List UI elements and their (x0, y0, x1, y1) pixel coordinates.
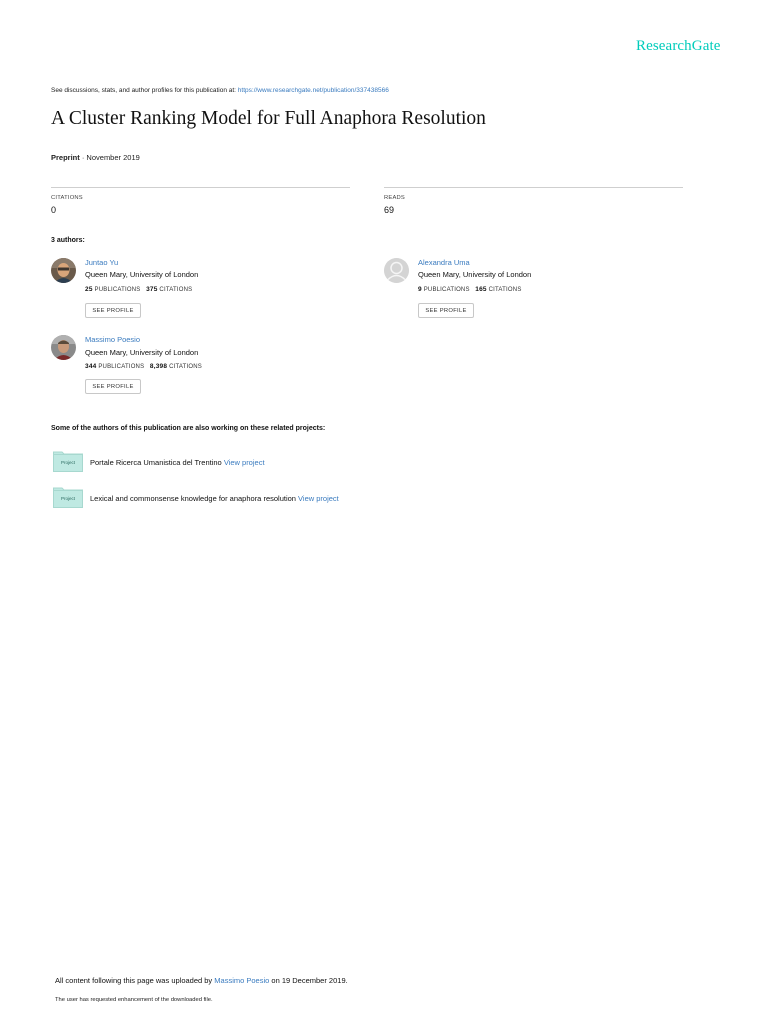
paper-title: A Cluster Ranking Model for Full Anaphor… (51, 108, 486, 129)
author-stats: 344 PUBLICATIONS 8,398 CITATIONS (85, 363, 202, 370)
paper-date: · November 2019 (79, 153, 140, 162)
citations-label: CITATIONS (51, 195, 83, 201)
reads-value: 69 (384, 205, 395, 215)
see-profile-button[interactable]: SEE PROFILE (85, 303, 141, 318)
see-profile-button[interactable]: SEE PROFILE (85, 379, 141, 394)
author-citations-label: CITATIONS (488, 287, 522, 293)
author-institution: Queen Mary, University of London (85, 348, 199, 357)
view-project-link[interactable]: View project (298, 494, 339, 503)
view-project-link[interactable]: View project (224, 458, 265, 467)
author-publications-count: 9 (418, 286, 422, 293)
discussion-line: See discussions, stats, and author profi… (51, 87, 389, 94)
reads-divider (384, 187, 683, 188)
citations-divider (51, 187, 350, 188)
projects-heading: Some of the authors of this publication … (51, 425, 326, 432)
paper-meta: Preprint · November 2019 (51, 153, 140, 162)
author-citations-count: 8,398 (149, 363, 168, 370)
author-name-link[interactable]: Juntao Yu (85, 258, 118, 267)
author-stats: 9 PUBLICATIONS 165 CITATIONS (418, 286, 522, 293)
authors-heading: 3 authors: (51, 237, 85, 244)
project-folder-icon: Project (53, 450, 83, 472)
project-folder-icon: Project (53, 486, 83, 508)
placeholder-user-icon[interactable] (384, 258, 409, 283)
upload-prefix: All content following this page was uplo… (55, 976, 215, 985)
project-title: Portale Ricerca Umanistica del Trentino (90, 458, 224, 467)
author-citations-count: 375 (146, 286, 158, 293)
author-citations-label: CITATIONS (159, 287, 193, 293)
author-avatar-juntao-yu[interactable] (51, 258, 76, 283)
author-name-link[interactable]: Alexandra Uma (418, 258, 470, 267)
publication-url-link[interactable]: https://www.researchgate.net/publication… (238, 87, 389, 94)
project-icon-label: Project (60, 496, 75, 501)
author-publications-count: 25 (85, 286, 93, 293)
author-publications-label: PUBLICATIONS (98, 364, 145, 370)
see-profile-button[interactable]: SEE PROFILE (418, 303, 474, 318)
author-institution: Queen Mary, University of London (418, 270, 532, 279)
author-stats: 25 PUBLICATIONS 375 CITATIONS (85, 286, 192, 293)
author-name-link[interactable]: Massimo Poesio (85, 335, 140, 344)
citations-value: 0 (51, 205, 57, 215)
author-publications-count: 344 (85, 363, 97, 370)
paper-type: Preprint (51, 153, 80, 162)
project-row: Portale Ricerca Umanistica del Trentino … (90, 458, 265, 467)
author-institution: Queen Mary, University of London (85, 270, 199, 279)
author-citations-count: 165 (475, 286, 487, 293)
enhancement-notice: The user has requested enhancement of th… (55, 997, 213, 1003)
author-publications-label: PUBLICATIONS (423, 287, 470, 293)
project-row: Lexical and commonsense knowledge for an… (90, 494, 339, 503)
author-publications-label: PUBLICATIONS (94, 287, 141, 293)
author-avatar-massimo-poesio[interactable] (51, 335, 76, 360)
upload-suffix: on 19 December 2019. (269, 976, 348, 985)
discussion-prefix: See discussions, stats, and author profi… (51, 87, 238, 94)
project-title: Lexical and commonsense knowledge for an… (90, 494, 299, 503)
uploader-link[interactable]: Massimo Poesio (214, 976, 269, 985)
author-citations-label: CITATIONS (169, 364, 202, 370)
reads-label: READS (384, 195, 405, 201)
upload-notice: All content following this page was uplo… (55, 976, 348, 985)
project-icon-label: Project (60, 460, 75, 465)
researchgate-logo[interactable]: ResearchGate (636, 38, 720, 55)
